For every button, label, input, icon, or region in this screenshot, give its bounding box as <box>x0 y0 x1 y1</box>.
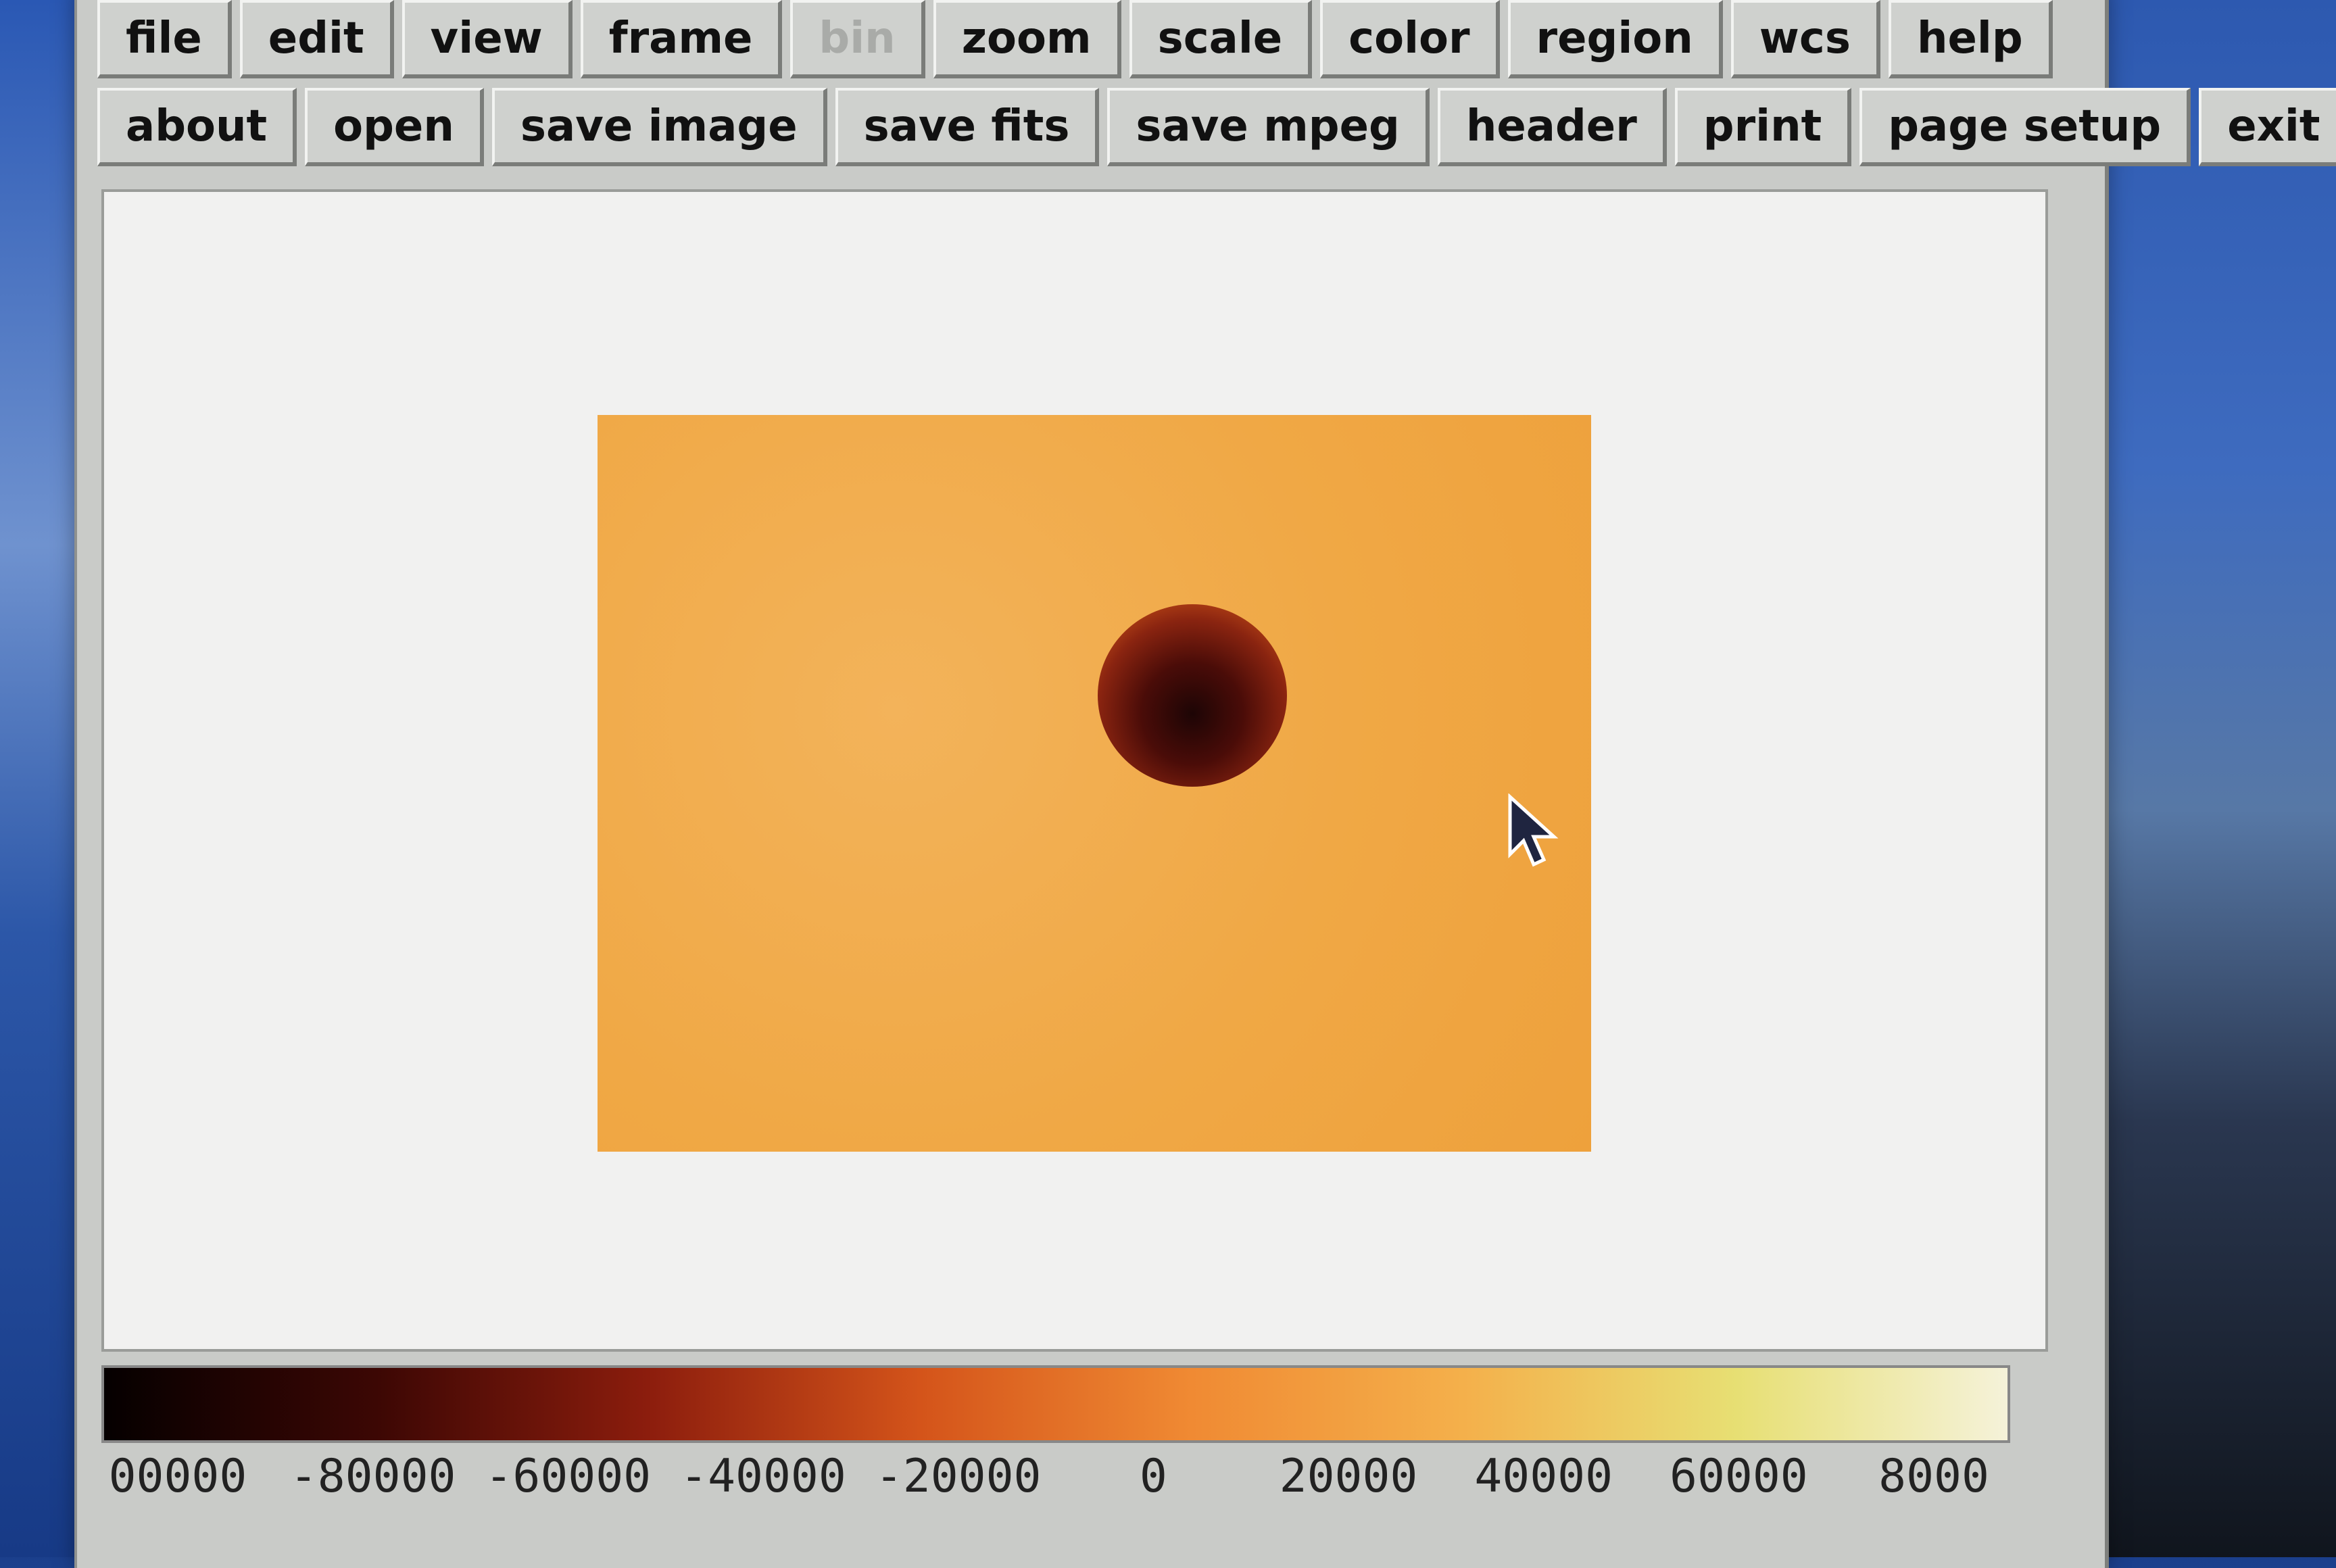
ds9-window: file edit view frame bin zoom scale color region… <box>74 0 2336 1568</box>
colorbar[interactable] <box>101 1365 2010 1443</box>
image-canvas[interactable] <box>101 189 2048 1352</box>
file-button-row: about open save image save fits save mpeg hea… <box>97 88 2336 169</box>
menu-help-button[interactable]: help <box>1888 0 2053 78</box>
dark-spot <box>1098 604 1287 787</box>
colorbar-tick-label: -60000 <box>485 1450 652 1503</box>
colorbar-tick-label: 00000 <box>108 1450 247 1503</box>
mouse-pointer-icon <box>1508 793 1559 867</box>
menu-zoom-button[interactable]: zoom <box>933 0 1121 78</box>
about-button[interactable]: about <box>97 88 297 166</box>
menu-frame-button[interactable]: frame <box>580 0 783 78</box>
colorbar-tick-label: 60000 <box>1670 1450 1808 1503</box>
page-setup-button[interactable]: page setup <box>1859 88 2191 166</box>
header-button[interactable]: header <box>1437 88 1667 166</box>
menu-region-button[interactable]: region <box>1507 0 1723 78</box>
menu-scale-button[interactable]: scale <box>1129 0 1313 78</box>
save-mpeg-button[interactable]: save mpeg <box>1107 88 1430 166</box>
colorbar-tick-label: -80000 <box>289 1450 456 1503</box>
menu-file-button[interactable]: file <box>97 0 232 78</box>
colorbar-tick-label: 8000 <box>1878 1450 1989 1503</box>
colorbar-tick-label: 20000 <box>1279 1450 1418 1503</box>
menu-edit-button[interactable]: edit <box>239 0 394 78</box>
menu-wcs-button[interactable]: wcs <box>1730 0 1880 78</box>
menu-color-button[interactable]: color <box>1320 0 1500 78</box>
colorbar-tick-label: -40000 <box>680 1450 846 1503</box>
fits-image[interactable] <box>598 415 1591 1152</box>
colorbar-tick-label: -20000 <box>875 1450 1042 1503</box>
save-fits-button[interactable]: save fits <box>835 88 1100 166</box>
colorbar-tick-label: 0 <box>1139 1450 1167 1503</box>
open-button[interactable]: open <box>305 88 484 166</box>
menu-button-row: file edit view frame bin zoom scale color region… <box>97 0 2053 81</box>
save-image-button[interactable]: save image <box>491 88 827 166</box>
desktop-background-right <box>2089 0 2336 1557</box>
menu-bin-button: bin <box>790 0 925 78</box>
print-button[interactable]: print <box>1674 88 1852 166</box>
menu-view-button[interactable]: view <box>402 0 573 78</box>
colorbar-tick-label: 40000 <box>1474 1450 1613 1503</box>
colorbar-ticks: 00000 -80000 -60000 -40000 -20000 0 20000 40000… <box>101 1450 2010 1511</box>
exit-button[interactable]: exit <box>2199 88 2336 166</box>
